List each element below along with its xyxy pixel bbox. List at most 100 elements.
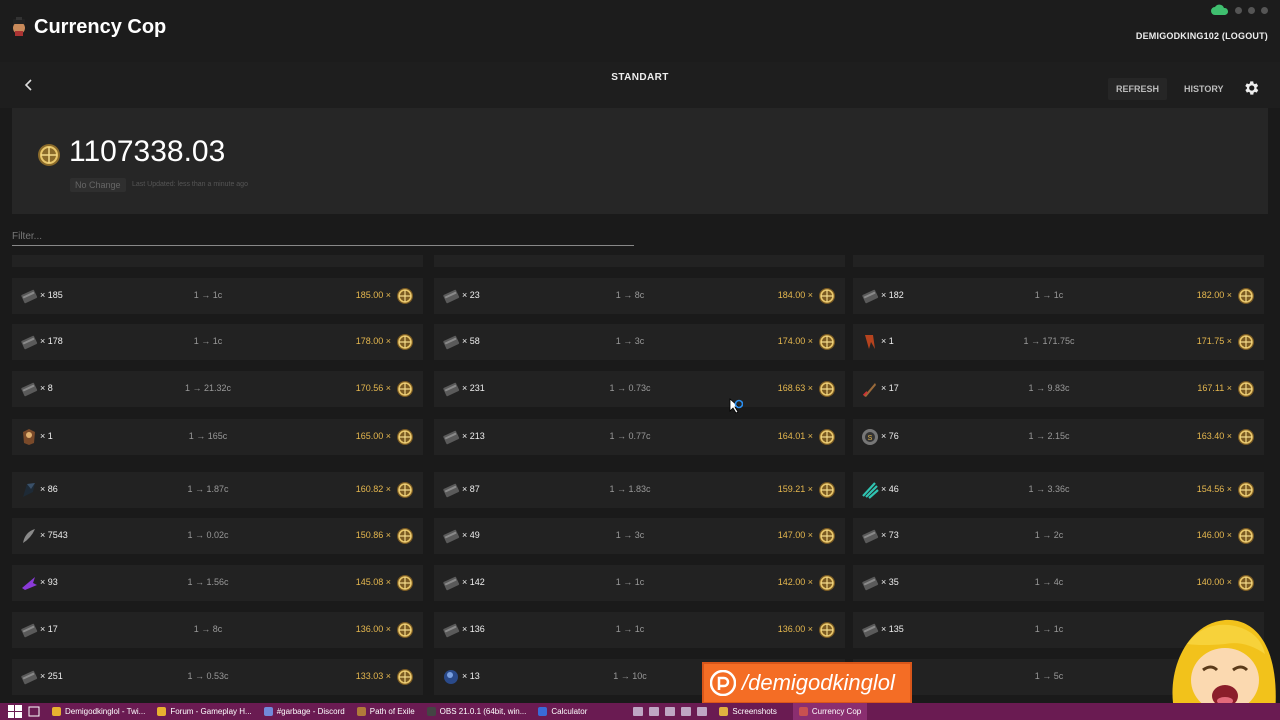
minimize-button[interactable]	[1235, 6, 1242, 14]
list-item[interactable]: × 213 1 → 0.77c 164.01 ×	[434, 419, 845, 455]
list-item[interactable]: × 87 1 → 1.83c 159.21 ×	[434, 472, 845, 508]
poe-icon	[356, 707, 366, 716]
list-item[interactable]: × 35 1 → 4c 140.00 ×	[853, 565, 1264, 601]
list-item[interactable]: × 142 1 → 1c 142.00 ×	[434, 565, 845, 601]
cloud-sync-icon[interactable]	[1211, 4, 1229, 16]
exchange-rate: 1 → 1.56c	[187, 577, 229, 587]
taskbar-item[interactable]: Path of Exile	[351, 703, 421, 720]
scroll-icon	[21, 382, 38, 397]
close-button[interactable]	[1261, 6, 1268, 14]
currency-cop-icon	[798, 707, 808, 716]
settings-gear-icon[interactable]	[1242, 79, 1260, 97]
chaos-orb-icon	[397, 482, 413, 498]
list-item[interactable]: × 1 1 → 165c 165.00 ×	[12, 419, 423, 455]
taskbar-item[interactable]: Demigodkinglol - Twi...	[46, 703, 151, 720]
list-item[interactable]: × 182 1 → 1c 182.00 ×	[853, 278, 1264, 314]
exchange-rate: 1 → 8c	[615, 290, 645, 300]
scroll-icon	[443, 430, 460, 445]
taskbar-item[interactable]: #garbage - Discord	[258, 703, 351, 720]
list-item[interactable]: × 17 1 → 8c 136.00 ×	[12, 612, 423, 648]
taskbar-item[interactable]: Calculator	[532, 703, 593, 720]
window-controls	[1211, 4, 1268, 16]
exchange-rate: 1 → 21.32c	[184, 383, 232, 393]
exchange-rate: 1 → 0.02c	[187, 530, 229, 540]
chaos-orb-icon	[38, 144, 60, 166]
list-item[interactable]: × 231 1 → 0.73c 168.63 ×	[434, 371, 845, 407]
list-item[interactable]: S × 76 1 → 2.15c 163.40 ×	[853, 419, 1264, 455]
maximize-button[interactable]	[1248, 6, 1255, 14]
history-button[interactable]: HISTORY	[1176, 78, 1232, 100]
user-logout-link[interactable]: DEMIGODKING102 (LOGOUT)	[1136, 31, 1268, 41]
scroll-icon	[862, 529, 879, 544]
exchange-rate: 1 → 1.87c	[187, 484, 229, 494]
taskbar-item[interactable]: Forum - Gameplay H...	[151, 703, 257, 720]
scroll-icon	[443, 382, 460, 397]
item-value: 154.56 ×	[1196, 484, 1232, 494]
filter-input[interactable]	[12, 228, 634, 246]
exchange-rate: 1 → 9.83c	[1028, 383, 1070, 393]
taskbar-item[interactable]: OBS 21.0.1 (64bit, win...	[421, 703, 533, 720]
chaos-orb-icon	[397, 622, 413, 638]
list-item[interactable]: × 58 1 → 3c 174.00 ×	[434, 324, 845, 360]
item-value: 184.00 ×	[777, 290, 813, 300]
pinned-app-icon[interactable]	[697, 707, 708, 716]
scroll-icon	[443, 289, 460, 304]
list-item[interactable]: × 178 1 → 1c 178.00 ×	[12, 324, 423, 360]
list-item[interactable]: × 185 1 → 1c 185.00 ×	[12, 278, 423, 314]
taskbar-item-label: Calculator	[551, 707, 588, 716]
item-count: × 251	[40, 671, 63, 681]
windows-start-icon[interactable]	[8, 705, 22, 718]
item-value: 146.00 ×	[1196, 530, 1232, 540]
chaos-orb-icon	[1238, 482, 1254, 498]
item-count: × 87	[462, 484, 480, 494]
pinned-app-icon[interactable]	[649, 707, 660, 716]
pinned-app-icon[interactable]	[681, 707, 692, 716]
item-value: 147.00 ×	[777, 530, 813, 540]
item-count: × 1	[40, 431, 53, 441]
league-title: STANDART	[611, 72, 669, 83]
taskbar-item[interactable]: Screenshots	[713, 703, 782, 720]
item-value: 133.03 ×	[355, 671, 391, 681]
list-item[interactable]: × 46 1 → 3.36c 154.56 ×	[853, 472, 1264, 508]
list-item[interactable]: × 49 1 → 3c 147.00 ×	[434, 518, 845, 554]
list-item[interactable]: × 23 1 → 8c 184.00 ×	[434, 278, 845, 314]
list-item[interactable]: × 17 1 → 9.83c 167.11 ×	[853, 371, 1264, 407]
list-item[interactable]: × 8 1 → 21.32c 170.56 ×	[12, 371, 423, 407]
taskbar-item[interactable]: Currency Cop	[792, 703, 868, 720]
list-item[interactable]: × 86 1 → 1.87c 160.82 ×	[12, 472, 423, 508]
item-count: × 185	[40, 290, 63, 300]
exchange-rate: 1 → 1c	[615, 624, 645, 634]
scroll-icon	[443, 576, 460, 591]
chaos-orb-icon	[397, 528, 413, 544]
portfolio-summary: 1107338.03 No Change Last Updated: less …	[12, 108, 1268, 214]
scroll-icon	[443, 623, 460, 638]
pinned-app-icon[interactable]	[665, 707, 676, 716]
exchange-rate: 1 → 0.53c	[187, 671, 229, 681]
item-count: × 23	[462, 290, 480, 300]
list-item[interactable]: × 7543 1 → 0.02c 150.86 ×	[12, 518, 423, 554]
scroll-icon	[862, 623, 879, 638]
calculator-icon	[538, 707, 548, 716]
taskbar-item-label: Demigodkinglol - Twi...	[65, 707, 146, 716]
list-item[interactable]: × 93 1 → 1.56c 145.08 ×	[12, 565, 423, 601]
refresh-button[interactable]: REFRESH	[1108, 78, 1168, 100]
pinned-app-icon[interactable]	[633, 707, 644, 716]
exchange-rate: 1 → 1c	[615, 577, 645, 587]
list-item[interactable]: × 251 1 → 0.53c 133.03 ×	[12, 659, 423, 695]
chaos-orb-icon	[397, 575, 413, 591]
item-count: × 73	[881, 530, 899, 540]
exchange-rate: 1 → 5c	[1034, 671, 1064, 681]
item-count: × 93	[40, 577, 58, 587]
list-item[interactable]: × 1 1 → 171.75c 171.75 ×	[853, 324, 1264, 360]
task-view-icon[interactable]	[28, 706, 40, 717]
list-item[interactable]: × 136 1 → 1c 136.00 ×	[434, 612, 845, 648]
exchange-rate: 1 → 2c	[1034, 530, 1064, 540]
chrome-icon	[157, 707, 167, 716]
list-item[interactable]: × 73 1 → 2c 146.00 ×	[853, 518, 1264, 554]
item-value: 165.00 ×	[355, 431, 391, 441]
scroll-icon	[862, 289, 879, 304]
item-value: 178.00 ×	[355, 336, 391, 346]
chaos-orb-icon	[397, 381, 413, 397]
cop-logo-icon	[13, 17, 25, 36]
taskbar-item-label: Currency Cop	[811, 707, 862, 716]
